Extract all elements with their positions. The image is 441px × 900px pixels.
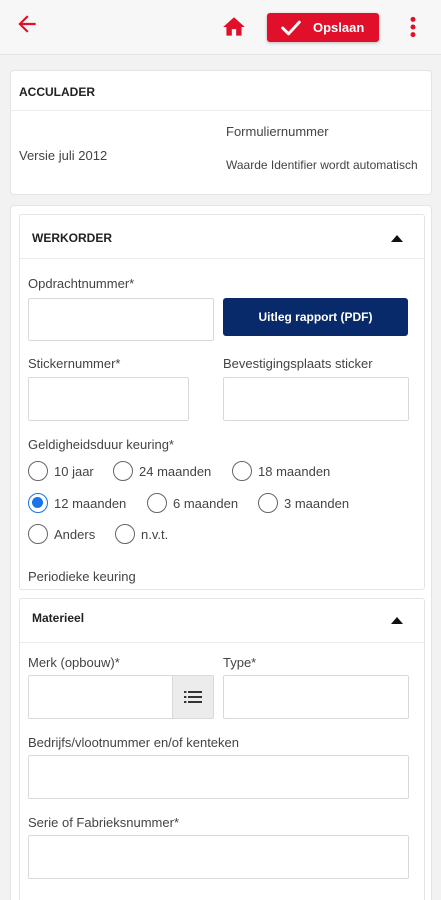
bedrijfs-label: Bedrijfs/vlootnummer en/of kenteken: [28, 735, 239, 750]
collapse-caret-icon[interactable]: [391, 235, 403, 242]
materieel-header[interactable]: Materieel: [20, 599, 424, 643]
form-number-label: Formuliernummer: [226, 124, 329, 139]
radio-12-maanden[interactable]: 12 maanden: [28, 493, 126, 513]
radio-label: 10 jaar: [54, 463, 94, 479]
radio-circle: [28, 461, 48, 481]
home-icon[interactable]: [221, 14, 247, 40]
form-header-title-bar: ACCULADER: [11, 71, 431, 111]
list-picker-button[interactable]: [172, 676, 213, 718]
check-icon: [281, 20, 301, 35]
pdf-explanation-button[interactable]: Uitleg rapport (PDF): [223, 298, 408, 336]
radio-circle-selected: [28, 493, 48, 513]
type-input[interactable]: [223, 675, 409, 719]
stickernummer-label: Stickernummer*: [28, 356, 121, 371]
materieel-section: Materieel Merk (opbouw)* Type* Bedrijfs/…: [19, 598, 425, 900]
stickernummer-input[interactable]: [28, 377, 189, 421]
save-button[interactable]: Opslaan: [267, 13, 379, 42]
more-vertical-icon[interactable]: [404, 14, 422, 40]
bevestigingsplaats-input[interactable]: [223, 377, 409, 421]
periodieke-keuring-label: Periodieke keuring: [28, 569, 136, 584]
merk-label: Merk (opbouw)*: [28, 655, 120, 670]
type-label: Type*: [223, 655, 257, 670]
werkorder-header[interactable]: WERKORDER: [20, 215, 424, 259]
opdrachtnummer-label: Opdrachtnummer*: [28, 276, 135, 291]
form-number-value: Waarde Identifier wordt automatisch: [226, 158, 418, 172]
collapse-caret-icon[interactable]: [391, 617, 403, 624]
radio-circle: [258, 493, 278, 513]
radio-18-maanden[interactable]: 18 maanden: [232, 461, 330, 481]
radio-circle: [232, 461, 252, 481]
list-icon: [184, 691, 202, 703]
werkorder-section: WERKORDER Opdrachtnummer* Uitleg rapport…: [19, 214, 425, 590]
form-title: ACCULADER: [19, 85, 95, 99]
radio-circle: [28, 524, 48, 544]
radio-label: Anders: [54, 526, 96, 542]
bedrijfs-input[interactable]: [28, 755, 409, 799]
bevestigingsplaats-label: Bevestigingsplaats sticker: [223, 356, 373, 371]
radio-label: 6 maanden: [173, 495, 239, 511]
radio-circle: [147, 493, 167, 513]
werkorder-title: WERKORDER: [32, 231, 112, 245]
radio-24-maanden[interactable]: 24 maanden: [113, 461, 211, 481]
radio-circle: [113, 461, 133, 481]
radio-3-maanden[interactable]: 3 maanden: [258, 493, 349, 513]
radio-label: 24 maanden: [139, 463, 212, 479]
radio-circle: [115, 524, 135, 544]
top-toolbar: Opslaan: [0, 0, 441, 55]
opdrachtnummer-input[interactable]: [28, 298, 214, 341]
form-header-card: ACCULADER Versie juli 2012 Formuliernumm…: [10, 70, 432, 195]
radio-nvt[interactable]: n.v.t.: [115, 524, 168, 544]
merk-input[interactable]: [28, 675, 214, 719]
radio-label: 3 maanden: [284, 495, 350, 511]
radio-6-maanden[interactable]: 6 maanden: [147, 493, 238, 513]
save-label: Opslaan: [313, 20, 365, 35]
materieel-title: Materieel: [32, 611, 85, 625]
serie-label: Serie of Fabrieksnummer*: [28, 815, 179, 830]
geldigheidsduur-label: Geldigheidsduur keuring*: [28, 437, 174, 452]
radio-label: n.v.t.: [141, 526, 169, 542]
form-body-card: WERKORDER Opdrachtnummer* Uitleg rapport…: [10, 205, 432, 900]
form-version: Versie juli 2012: [19, 148, 108, 163]
serie-input[interactable]: [28, 835, 409, 879]
radio-label: 12 maanden: [54, 495, 127, 511]
arrow-left-icon[interactable]: [14, 11, 40, 37]
radio-anders[interactable]: Anders: [28, 524, 95, 544]
radio-10-jaar[interactable]: 10 jaar: [28, 461, 94, 481]
radio-label: 18 maanden: [258, 463, 331, 479]
